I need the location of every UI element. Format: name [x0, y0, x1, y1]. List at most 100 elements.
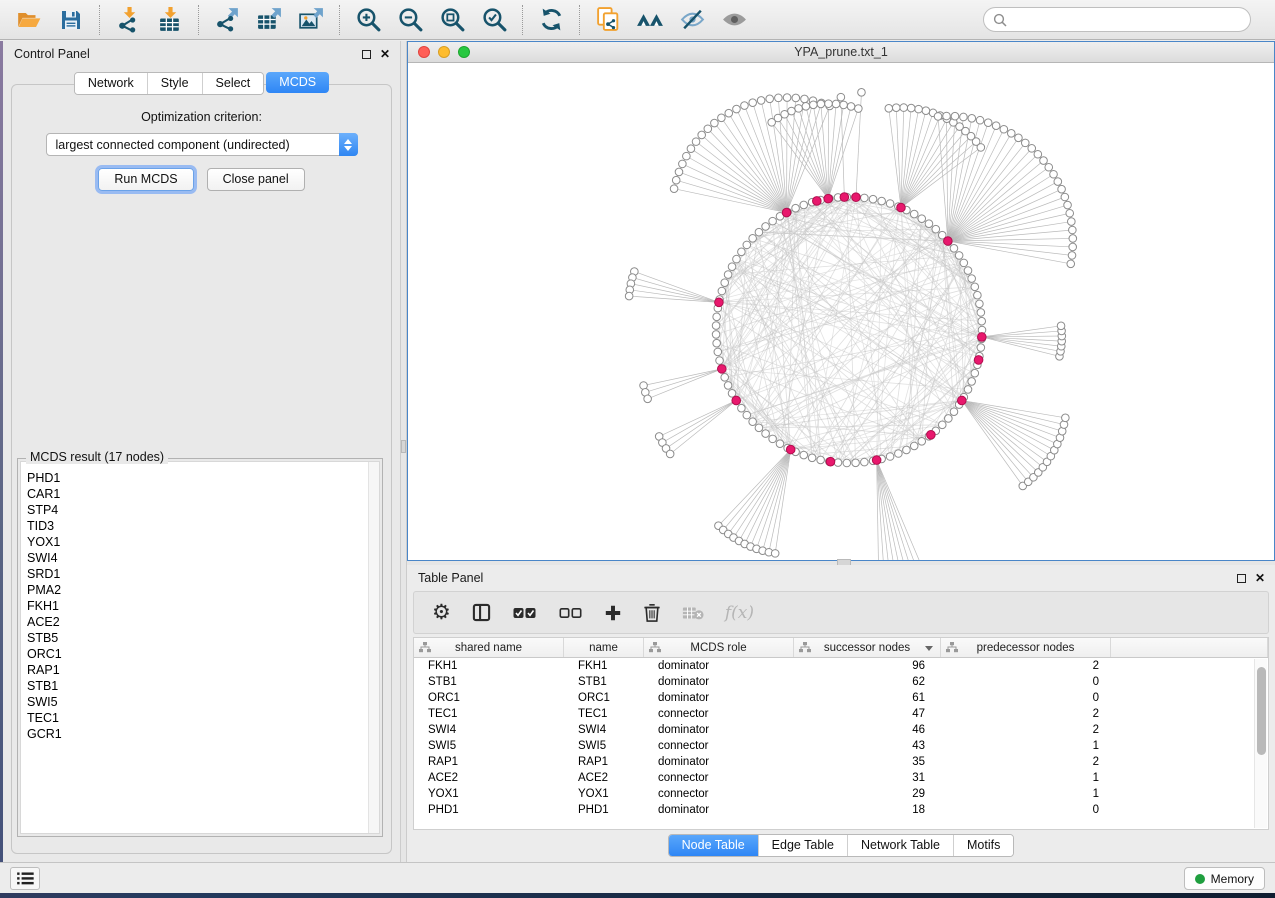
table-scrollbar[interactable] — [1254, 659, 1267, 828]
mcds-result-item[interactable]: TID3 — [21, 518, 379, 534]
table-row[interactable]: SWI5SWI5connector431 — [414, 738, 1254, 754]
memory-button[interactable]: Memory — [1184, 867, 1265, 890]
search-input[interactable] — [1012, 12, 1241, 28]
column-header-MCDS-role[interactable]: MCDS role — [644, 638, 794, 657]
mcds-result-item[interactable]: FKH1 — [21, 598, 379, 614]
save-session-button[interactable] — [50, 3, 92, 37]
close-panel-icon[interactable]: ✕ — [1255, 574, 1265, 583]
table-row[interactable]: ACE2ACE2connector311 — [414, 770, 1254, 786]
float-panel-icon[interactable] — [362, 50, 371, 59]
tab-group: Node TableEdge TableNetwork TableMotifs — [668, 834, 1015, 857]
close-panel-icon[interactable]: ✕ — [380, 50, 390, 59]
open-session-button[interactable] — [8, 3, 50, 37]
export-network-button[interactable] — [206, 3, 248, 37]
export-image-button[interactable] — [290, 3, 332, 37]
column-label: predecessor nodes — [977, 642, 1075, 654]
run-mcds-button[interactable]: Run MCDS — [98, 168, 193, 191]
scrollbar-thumb[interactable] — [1257, 667, 1266, 755]
table-cell — [1111, 658, 1254, 674]
network-canvas[interactable] — [408, 63, 1274, 560]
mcds-result-item[interactable]: TEC1 — [21, 710, 379, 726]
mcds-result-item[interactable]: CAR1 — [21, 486, 379, 502]
unselect-all-columns-button[interactable] — [558, 606, 583, 620]
application-window: Control Panel ✕ NetworkStyleSelectMCDS O… — [0, 0, 1275, 893]
mcds-result-item[interactable]: GCR1 — [21, 726, 379, 742]
table-row[interactable]: SWI4SWI4dominator462 — [414, 722, 1254, 738]
hide-selected-button[interactable] — [671, 3, 713, 37]
tab-motifs[interactable]: Motifs — [953, 835, 1013, 856]
close-panel-button[interactable]: Close panel — [207, 168, 305, 191]
shared-column-icon — [649, 642, 661, 653]
table-cell: connector — [644, 770, 794, 786]
mcds-result-item[interactable]: SWI4 — [21, 550, 379, 566]
mcds-result-item[interactable]: SRD1 — [21, 566, 379, 582]
toolbar-separator — [99, 5, 100, 35]
columns-icon — [472, 603, 491, 622]
table-row[interactable]: TEC1TEC1connector472 — [414, 706, 1254, 722]
create-column-button[interactable] — [604, 604, 622, 622]
list-scrollbar[interactable] — [368, 462, 379, 833]
table-row[interactable]: STB1STB1dominator620 — [414, 674, 1254, 690]
search-box — [983, 7, 1251, 32]
table-cell: FKH1 — [414, 658, 564, 674]
show-columns-button[interactable] — [472, 603, 491, 622]
table-row[interactable]: FKH1FKH1dominator962 — [414, 658, 1254, 674]
delete-columns-button[interactable] — [643, 602, 661, 623]
first-neighbors-button[interactable] — [629, 3, 671, 37]
mcds-result-item[interactable]: PHD1 — [21, 470, 379, 486]
tab-edge-table[interactable]: Edge Table — [758, 835, 847, 856]
mcds-result-item[interactable]: ORC1 — [21, 646, 379, 662]
clone-network-button[interactable] — [587, 3, 629, 37]
tab-select[interactable]: Select — [202, 73, 264, 94]
import-table-button[interactable] — [149, 3, 191, 37]
table-row[interactable]: RAP1RAP1dominator352 — [414, 754, 1254, 770]
table-row[interactable]: YOX1YOX1connector291 — [414, 786, 1254, 802]
column-header-predecessor-nodes[interactable]: predecessor nodes — [941, 638, 1111, 657]
mcds-result-item[interactable]: STB5 — [21, 630, 379, 646]
table-cell: TEC1 — [414, 706, 564, 722]
tab-node-table[interactable]: Node Table — [669, 835, 758, 856]
checked-boxes-icon — [512, 606, 537, 620]
column-header-shared-name[interactable]: shared name — [414, 638, 564, 657]
zoom-selected-button[interactable] — [473, 3, 515, 37]
table-cell: RAP1 — [414, 754, 564, 770]
mcds-result-item[interactable]: YOX1 — [21, 534, 379, 550]
toolbar-separator — [339, 5, 340, 35]
refresh-view-button[interactable] — [530, 3, 572, 37]
table-cell: 43 — [794, 738, 941, 754]
task-history-button[interactable] — [10, 867, 40, 890]
mcds-result-item[interactable]: STP4 — [21, 502, 379, 518]
network-titlebar: YPA_prune.txt_1 — [408, 42, 1274, 63]
tab-network-table[interactable]: Network Table — [847, 835, 953, 856]
tab-mcds[interactable]: MCDS — [266, 72, 329, 93]
mcds-result-item[interactable]: STB1 — [21, 678, 379, 694]
tab-style[interactable]: Style — [147, 73, 202, 94]
optimization-criterion-select[interactable]: largest connected component (undirected) — [46, 133, 358, 156]
mcds-result-item[interactable]: PMA2 — [21, 582, 379, 598]
table-cell: ACE2 — [564, 770, 644, 786]
export-table-button[interactable] — [248, 3, 290, 37]
zoom-in-button[interactable] — [347, 3, 389, 37]
zoom-fit-button[interactable] — [431, 3, 473, 37]
mcds-result-item[interactable]: ACE2 — [21, 614, 379, 630]
vertical-splitter[interactable] — [400, 41, 407, 862]
table-row[interactable]: ORC1ORC1dominator610 — [414, 690, 1254, 706]
select-all-columns-button[interactable] — [512, 606, 537, 620]
table-cell — [1111, 770, 1254, 786]
table-cell: dominator — [644, 802, 794, 818]
mcds-result-item[interactable]: SWI5 — [21, 694, 379, 710]
float-panel-icon[interactable] — [1237, 574, 1246, 583]
column-header-successor-nodes[interactable]: successor nodes — [794, 638, 941, 657]
show-all-button[interactable] — [713, 3, 755, 37]
toolbar-separator — [522, 5, 523, 35]
zoom-out-button[interactable] — [389, 3, 431, 37]
table-cell: 0 — [941, 802, 1111, 818]
import-network-button[interactable] — [107, 3, 149, 37]
tab-network[interactable]: Network — [75, 73, 147, 94]
table-row[interactable]: PHD1PHD1dominator180 — [414, 802, 1254, 818]
splitter-grip[interactable] — [401, 440, 406, 453]
table-cell: PHD1 — [414, 802, 564, 818]
column-header-name[interactable]: name — [564, 638, 644, 657]
mcds-result-item[interactable]: RAP1 — [21, 662, 379, 678]
table-settings-button[interactable]: ⚙ — [432, 602, 451, 623]
